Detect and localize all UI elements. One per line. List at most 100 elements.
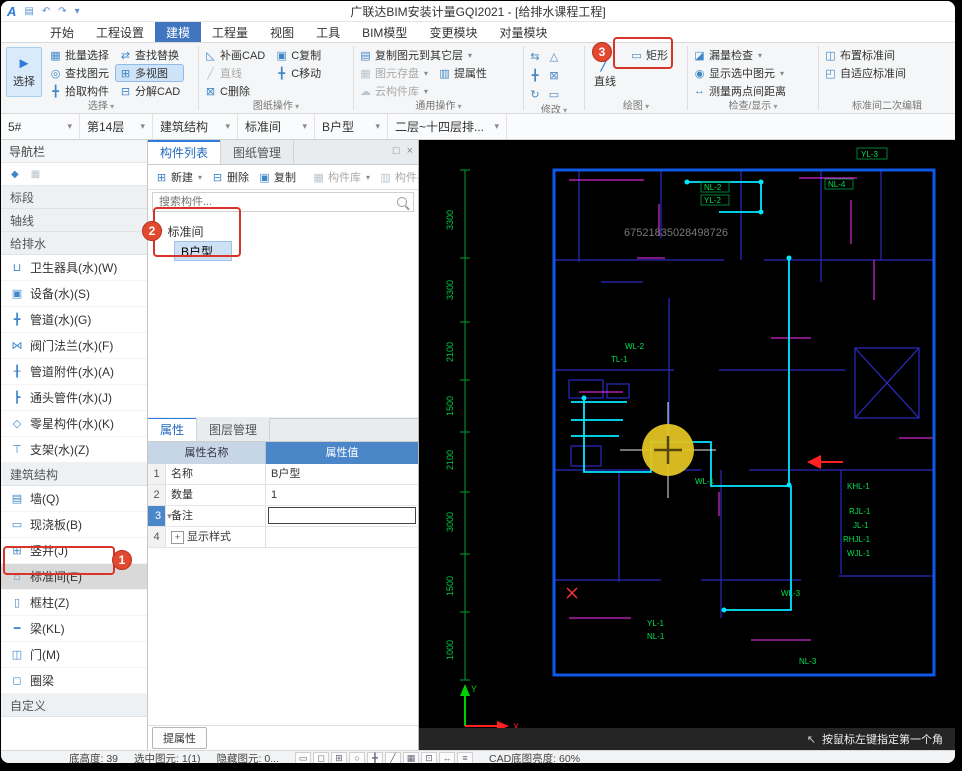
status-toggle-icon[interactable]: ◻ [313,752,329,763]
status-toggle-icon[interactable]: ╱ [385,752,401,763]
modify-warning-icon[interactable]: △ [545,48,563,66]
nav-item-support[interactable]: ⊤ 支架(水)(Z) [1,437,147,463]
nav-item-misc-component[interactable]: ◇ 零星构件(水)(K) [1,411,147,437]
nav-section-structure[interactable]: 建筑结构 [1,463,147,486]
measure-distance-button[interactable]: ↔ 测量两点间距离 [690,83,789,99]
group-label-sheet[interactable]: 图纸操作 [201,100,351,113]
property-row-display-style[interactable]: 4 + 显示样式 [148,527,418,548]
status-toggle-icon[interactable]: ╋ [367,752,383,763]
pick-component-button[interactable]: ╋ 拾取构件 [46,83,112,99]
sheet-line-button[interactable]: ╱ 直线 [201,65,268,81]
property-row-quantity[interactable]: 2 数量 1 [148,485,418,506]
category-dropdown[interactable]: 建筑结构 [153,114,238,139]
group-label-select[interactable]: 选择 [6,100,196,113]
tab-modeling[interactable]: 建模 [155,22,202,42]
save-icon[interactable]: ▤ [24,6,33,17]
property-value[interactable]: 1 [266,485,418,505]
undo-icon[interactable]: ↶ [42,6,50,17]
layout-standard-room-button[interactable]: ◫ 布置标准间 [821,47,909,63]
tab-component-list[interactable]: 构件列表 [148,140,222,164]
nav-item-pipe-accessory[interactable]: ╂ 管道附件(水)(A) [1,359,147,385]
group-label-modify[interactable]: 修改 [526,104,582,113]
group-label-draw[interactable]: 绘图 [587,100,685,113]
property-value[interactable]: B户型 [266,464,418,484]
tab-quantities[interactable]: 工程量 [201,22,259,42]
find-replace-button[interactable]: ⇄ 查找替换 [116,47,183,63]
tab-compare-module[interactable]: 对量模块 [488,22,558,42]
status-toggle-icon[interactable]: ▭ [295,752,311,763]
modify-move-icon[interactable]: ╋ [526,67,544,85]
nav-section-custom[interactable]: 自定义 [1,694,147,717]
cad-copy-button[interactable]: ▣ C复制 [272,47,324,63]
multi-view-button[interactable]: ⊞ 多视图 [114,64,185,82]
remark-edit-field[interactable] [268,507,416,524]
copy-to-layers-button[interactable]: ▤ 复制图元到其它层 [356,47,475,63]
nav-item-beam[interactable]: ━ 梁(KL) [1,616,147,642]
nav-item-equipment[interactable]: ▣ 设备(水)(S) [1,281,147,307]
type-dropdown[interactable]: 标准间 [238,114,315,139]
nav-item-pipe-fitting[interactable]: ┣ 通头管件(水)(J) [1,385,147,411]
drawing-dropdown[interactable]: 二层~十四层排... [388,114,507,139]
quick-access-caret-icon[interactable]: ▾ [75,6,80,17]
delete-component-button[interactable]: ⊟ 删除 [208,169,252,185]
nav-compass-icon[interactable]: ◆ [11,169,19,180]
property-row-remark[interactable]: 3 备注 [148,506,418,527]
explode-cad-button[interactable]: ⊟ 分解CAD [116,83,183,99]
draw-rectangle-button[interactable]: ▭ 矩形 [627,47,671,63]
tab-tools[interactable]: 工具 [305,22,351,42]
modify-trim-icon[interactable]: ▭ [545,86,563,104]
tab-properties[interactable]: 属性 [148,417,198,441]
select-tool-button[interactable]: ► 选择 [6,47,42,97]
nav-item-wall[interactable]: ▤ 墙(Q) [1,486,147,512]
tab-bim-model[interactable]: BIM模型 [351,22,418,42]
nav-calendar-icon[interactable]: ▦ [31,169,40,180]
nav-item-slab[interactable]: ▭ 现浇板(B) [1,512,147,538]
nav-item-valve-flange[interactable]: ⋈ 阀门法兰(水)(F) [1,333,147,359]
tree-node-standard-room[interactable]: ▾ 标准间 [148,221,418,241]
status-toggle-icon[interactable]: ⊞ [331,752,347,763]
component-save-button[interactable]: ▥ 构件存盘 [376,169,418,185]
tab-change-module[interactable]: 变更模块 [418,22,488,42]
group-label-common[interactable]: 通用操作 [356,100,521,113]
nav-section-axis[interactable]: 轴线 [1,209,147,232]
modify-delete-icon[interactable]: ⊠ [545,67,563,85]
component-dropdown[interactable]: B户型 [315,114,388,139]
nav-item-pipe[interactable]: ╋ 管道(水)(G) [1,307,147,333]
leak-check-button[interactable]: ◪ 漏量检查 [690,47,789,63]
status-toggle-icon[interactable]: ○ [349,752,365,763]
new-component-button[interactable]: ⊞ 新建 [152,169,205,185]
tab-drawing-management[interactable]: 图纸管理 [221,140,295,164]
tab-project-settings[interactable]: 工程设置 [85,22,155,42]
extract-properties-button[interactable]: ▥ 提属性 [435,65,490,81]
batch-select-button[interactable]: ▦ 批量选择 [46,47,112,63]
nav-item-ring-beam[interactable]: ◻ 圈梁 [1,668,147,694]
group-label-check[interactable]: 检查/显示 [690,100,816,113]
cad-canvas[interactable]: 3300 3300 2100 1500 2100 3000 1500 1000 [419,140,955,750]
extract-properties-footer-button[interactable]: 提属性 [152,727,207,749]
cad-move-button[interactable]: ╋ C移动 [272,65,324,81]
tab-layer-management[interactable]: 图层管理 [197,417,271,441]
find-element-button[interactable]: ◎ 查找图元 [46,65,112,81]
show-selected-button[interactable]: ◉ 显示选中图元 [690,65,789,81]
nav-item-frame-column[interactable]: ▯ 框柱(Z) [1,590,147,616]
cad-brightness-status[interactable]: CAD底图亮度: 60% [489,751,580,763]
status-toggle-icon[interactable]: ⊡ [421,752,437,763]
nav-section-plumbing[interactable]: 给排水 [1,232,147,255]
modify-mirror-icon[interactable]: ⇆ [526,48,544,66]
nav-item-sanitary-fixture[interactable]: ⊔ 卫生器具(水)(W) [1,255,147,281]
status-toggle-icon[interactable]: ≡ [457,752,473,763]
floor-dropdown[interactable]: 第14层 [80,114,153,139]
tree-node-b-unit[interactable]: B户型 [174,241,232,261]
status-toggle-icon[interactable]: ▦ [403,752,419,763]
tab-view[interactable]: 视图 [259,22,305,42]
nav-section-bidsection[interactable]: 标段 [1,186,147,209]
component-library-button[interactable]: ▦ 构件库 [309,169,373,185]
status-toggle-icon[interactable]: ↔ [439,752,455,763]
cad-delete-button[interactable]: ⊠ C删除 [201,83,268,99]
expand-icon[interactable]: + [171,530,184,544]
panel-close-icon[interactable]: × [407,145,413,157]
element-save-button[interactable]: ▦ 图元存盘 [356,65,431,81]
cloud-library-button[interactable]: ☁ 云构件库 [356,83,431,99]
copy-component-button[interactable]: ▣ 复制 [255,169,299,185]
property-row-name[interactable]: 1 名称 B户型 [148,464,418,485]
